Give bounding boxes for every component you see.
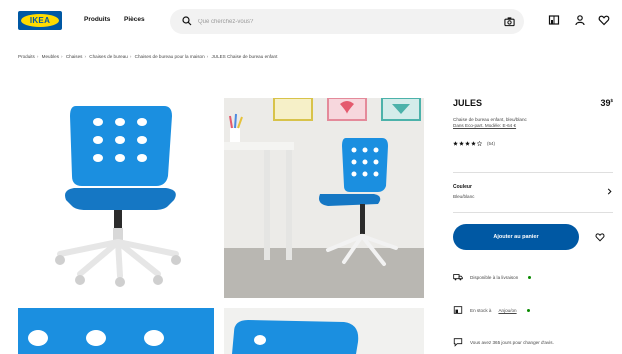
favorite-button[interactable] [587,224,613,250]
add-to-cart-button[interactable]: Ajouter au panier [453,224,579,250]
star-icon [465,141,470,146]
backrest-closeup-illustration [18,308,214,354]
in-stock-dot [528,275,532,279]
chevron-right-icon[interactable] [606,188,613,195]
breadcrumb-current: JULES Chaise de bureau enfant [211,54,278,59]
logo-text: IKEA [21,14,59,27]
camera-icon[interactable] [504,16,515,27]
color-label: Couleur [453,184,472,190]
in-stock-dot [526,308,530,312]
breadcrumb-item[interactable]: Chaises de bureau pour la maison [135,54,205,59]
nav-rooms[interactable]: Pièces [124,16,145,23]
search-input[interactable] [198,9,488,34]
star-icon [453,141,458,146]
ikea-logo[interactable]: IKEA [18,11,62,30]
product-image-detail-seat[interactable] [224,308,424,354]
delivery-text: Disponible à la livraison [470,274,519,280]
returns-text: Vous avez 365 jours pour changer d'avis. [470,339,554,345]
nav-products[interactable]: Produits [84,16,110,23]
product-name: JULES [453,98,483,108]
room-scene-illustration [224,98,424,298]
product-image-detail-backrest[interactable] [18,308,214,354]
heart-icon[interactable] [598,14,610,26]
price-currency: $ [610,98,613,103]
breadcrumb-item[interactable]: Produits [18,54,35,59]
store-availability[interactable]: En stock à Anjou/on [453,305,530,315]
product-price: 39$ [600,98,613,108]
search-icon[interactable] [182,16,192,26]
product-description: Chaise de bureau enfant, bleu/blanc Dans… [453,117,583,129]
user-icon[interactable] [574,14,586,26]
rating[interactable]: (54) [453,141,495,146]
breadcrumb-item[interactable]: Meubles [42,54,59,59]
breadcrumb: Produits › Meubles › Chaises › Chaises de b… [18,54,277,59]
store-prefix: En stock à [470,307,492,313]
rating-count: (54) [487,141,496,146]
returns-info: Vous avez 365 jours pour changer d'avis. [453,337,554,347]
store-icon[interactable] [548,14,560,26]
product-image-room[interactable] [224,98,424,298]
heart-icon [595,233,605,242]
divider [453,212,613,213]
eco-fee-link[interactable]: Dans Eco-part. Modèle: E-64 € [453,123,583,129]
star-icon [471,141,476,146]
chair-illustration [55,106,181,287]
seat-closeup-illustration [232,320,359,354]
breadcrumb-separator: › [36,54,39,59]
breadcrumb-item[interactable]: Chaises de bureau [89,54,128,59]
star-empty-icon [477,141,482,146]
price-value: 39 [600,98,611,108]
star-icon [459,141,464,146]
chat-icon [453,338,463,347]
breadcrumb-separator: › [129,54,132,59]
breadcrumb-separator: › [84,54,86,59]
breadcrumb-separator: › [206,54,209,59]
store-link[interactable]: Anjou/on [498,308,516,313]
search-bar[interactable] [170,9,524,34]
product-image-main[interactable] [18,98,214,298]
store-icon [453,306,463,314]
color-value[interactable]: Bleu/blanc [453,194,474,199]
divider [453,172,613,173]
header: IKEA Produits Pièces [0,0,622,44]
breadcrumb-item[interactable]: Chaises [66,54,83,59]
breadcrumb-separator: › [61,54,63,59]
truck-icon [453,274,463,281]
delivery-availability[interactable]: Disponible à la livraison [453,272,532,282]
